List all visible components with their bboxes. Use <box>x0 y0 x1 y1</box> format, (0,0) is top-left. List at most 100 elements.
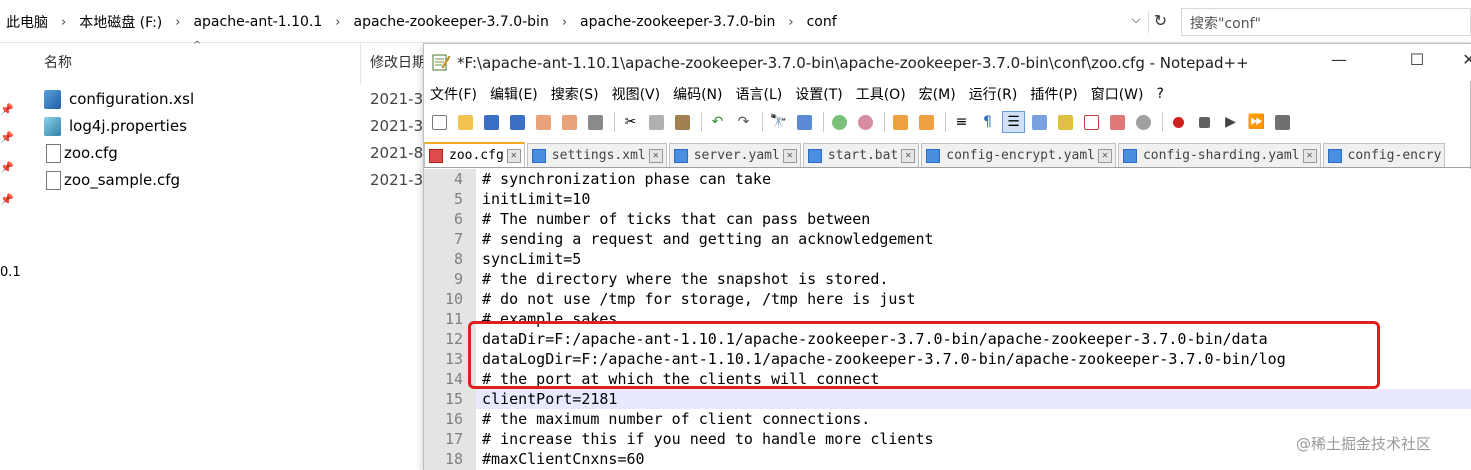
folder-workspace-icon[interactable] <box>1106 111 1129 133</box>
save-macro-icon[interactable] <box>1271 111 1294 133</box>
menu-run[interactable]: 运行(R) <box>963 84 1025 104</box>
undo-icon[interactable]: ↶ <box>706 111 729 133</box>
breadcrumb-item[interactable]: 本地磁盘 (F:) <box>73 12 168 32</box>
menu-plugins[interactable]: 插件(P) <box>1024 84 1084 104</box>
tab-config-encrypt-yaml[interactable]: config-encrypt.yaml ✕ <box>921 143 1116 167</box>
new-file-icon[interactable] <box>428 111 451 133</box>
chevron-right-icon[interactable]: › <box>328 15 347 30</box>
refresh-icon[interactable]: ↻ <box>1148 11 1172 33</box>
menu-edit[interactable]: 编辑(E) <box>484 84 545 104</box>
tab-settings-xml[interactable]: settings.xml ✕ <box>526 143 667 167</box>
code-line[interactable]: # the directory where the snapshot is st… <box>482 269 888 289</box>
tab-server-yaml[interactable]: server.yaml ✕ <box>668 143 801 167</box>
code-line[interactable]: #maxClientCnxns=60 <box>482 449 645 469</box>
cut-icon[interactable]: ✂ <box>619 111 642 133</box>
title-bar[interactable]: *F:\apache-ant-1.10.1\apache-zookeeper-3… <box>424 44 1471 81</box>
close-tab-icon[interactable]: ✕ <box>782 148 797 163</box>
code-line[interactable]: # synchronization phase can take <box>482 169 771 189</box>
print-icon[interactable] <box>584 111 607 133</box>
code-line[interactable]: syncLimit=5 <box>482 249 581 269</box>
open-file-icon[interactable] <box>454 111 477 133</box>
code-editor[interactable]: 4 # synchronization phase can take 5 ini… <box>424 169 1471 470</box>
file-item[interactable]: zoo.cfg <box>44 140 118 166</box>
tab-config-encry[interactable]: config-encry <box>1322 143 1446 167</box>
close-tab-icon[interactable]: ✕ <box>1302 148 1317 163</box>
chevron-right-icon[interactable]: › <box>781 15 800 30</box>
code-line[interactable]: # The number of ticks that can pass betw… <box>482 209 870 229</box>
save-icon[interactable] <box>480 111 503 133</box>
pin-icon[interactable]: 📌 <box>0 161 14 175</box>
close-file-icon[interactable] <box>532 111 555 133</box>
chevron-right-icon[interactable]: › <box>555 15 574 30</box>
close-tab-icon[interactable]: ✕ <box>901 148 916 163</box>
nav-item-label[interactable]: 0.1 <box>0 265 21 280</box>
menu-settings[interactable]: 设置(T) <box>789 84 849 104</box>
copy-icon[interactable] <box>645 111 668 133</box>
show-all-chars-icon[interactable]: ¶ <box>976 111 999 133</box>
doc-map-icon[interactable] <box>1054 111 1077 133</box>
code-line[interactable]: # increase this if you need to handle mo… <box>482 429 934 449</box>
chevron-right-icon[interactable]: › <box>168 15 187 30</box>
indent-guide-icon[interactable]: ☰ <box>1002 111 1025 133</box>
run-macro-multiple-icon[interactable]: ⏩ <box>1245 111 1268 133</box>
breadcrumb-item[interactable]: 此电脑 <box>0 12 54 32</box>
monitoring-icon[interactable] <box>1132 111 1155 133</box>
sync-vertical-icon[interactable] <box>889 111 912 133</box>
zoom-in-icon[interactable] <box>828 111 851 133</box>
file-item[interactable]: configuration.xsl <box>44 86 194 112</box>
breadcrumb-item[interactable]: apache-zookeeper-3.7.0-bin <box>574 14 781 30</box>
file-item[interactable]: log4j.properties <box>44 113 187 139</box>
file-item[interactable]: zoo_sample.cfg <box>44 167 180 193</box>
record-macro-icon[interactable] <box>1167 111 1190 133</box>
column-header-modified[interactable]: 修改日期 <box>370 52 426 72</box>
udl-icon[interactable] <box>1028 111 1051 133</box>
breadcrumb-item[interactable]: apache-ant-1.10.1 <box>187 14 328 30</box>
code-line[interactable]: initLimit=10 <box>482 189 590 209</box>
menu-help[interactable]: ? <box>1151 86 1171 102</box>
column-divider[interactable] <box>360 44 361 84</box>
search-input[interactable]: 搜索"conf" <box>1181 8 1471 36</box>
close-tab-icon[interactable]: ✕ <box>1097 148 1112 163</box>
menu-view[interactable]: 视图(V) <box>606 84 668 104</box>
replace-icon[interactable] <box>793 111 816 133</box>
menu-language[interactable]: 语言(L) <box>730 84 790 104</box>
tab-start-bat[interactable]: start.bat ✕ <box>802 143 920 167</box>
redo-icon[interactable]: ↷ <box>732 111 755 133</box>
minimize-icon[interactable]: — <box>1324 50 1354 74</box>
close-all-icon[interactable] <box>558 111 581 133</box>
code-line[interactable]: # sending a request and getting an ackno… <box>482 229 934 249</box>
code-line[interactable]: # do not use /tmp for storage, /tmp here… <box>482 289 915 309</box>
function-list-icon[interactable] <box>1080 111 1103 133</box>
paste-icon[interactable] <box>671 111 694 133</box>
menu-macro[interactable]: 宏(M) <box>913 84 963 104</box>
close-icon[interactable]: ✕ <box>1454 50 1471 74</box>
pin-icon[interactable]: 📌 <box>0 131 14 145</box>
menu-search[interactable]: 搜索(S) <box>545 84 606 104</box>
code-line[interactable]: clientPort=2181 <box>482 389 617 409</box>
breadcrumb-item[interactable]: conf <box>801 14 843 30</box>
file-date: 2021-8 <box>370 144 424 162</box>
pin-icon[interactable]: 📌 <box>0 193 14 207</box>
pin-icon[interactable]: 📌 <box>0 103 14 117</box>
word-wrap-icon[interactable]: ≡ <box>950 111 973 133</box>
menu-window[interactable]: 窗口(W) <box>1085 84 1151 104</box>
column-header-name[interactable]: 名称 <box>44 52 72 72</box>
chevron-down-icon[interactable]: ⌵ <box>1126 12 1146 32</box>
sync-horizontal-icon[interactable] <box>915 111 938 133</box>
breadcrumb-item[interactable]: apache-zookeeper-3.7.0-bin <box>347 14 554 30</box>
menu-tools[interactable]: 工具(O) <box>850 84 913 104</box>
stop-macro-icon[interactable] <box>1193 111 1216 133</box>
close-tab-icon[interactable]: ✕ <box>506 148 521 163</box>
zoom-out-icon[interactable] <box>854 111 877 133</box>
menu-encoding[interactable]: 编码(N) <box>667 84 729 104</box>
tab-zoo-cfg[interactable]: zoo.cfg ✕ <box>424 142 525 167</box>
chevron-right-icon[interactable]: › <box>54 15 73 30</box>
code-line[interactable]: # the maximum number of client connectio… <box>482 409 870 429</box>
menu-file[interactable]: 文件(F) <box>424 84 484 104</box>
close-tab-icon[interactable]: ✕ <box>648 148 663 163</box>
play-macro-icon[interactable]: ▶ <box>1219 111 1242 133</box>
find-icon[interactable]: 🔭 <box>767 111 790 133</box>
tab-config-sharding-yaml[interactable]: config-sharding.yaml ✕ <box>1117 143 1321 167</box>
maximize-icon[interactable]: ☐ <box>1402 50 1432 74</box>
save-all-icon[interactable] <box>506 111 529 133</box>
